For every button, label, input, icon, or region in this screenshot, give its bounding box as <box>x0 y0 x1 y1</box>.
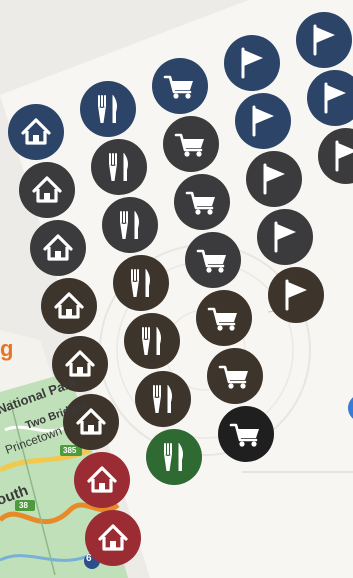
cart-icon <box>163 116 219 172</box>
fork-knife-icon <box>102 197 158 253</box>
flag-icon <box>296 12 352 68</box>
flag-icon <box>246 151 302 207</box>
fork-knife-icon <box>135 371 191 427</box>
cart-icon <box>152 58 208 114</box>
home-icon <box>30 220 86 276</box>
flag-icon <box>268 267 324 323</box>
home-icon <box>8 104 64 160</box>
fork-knife-icon <box>146 429 202 485</box>
road-number-6: 6 <box>86 553 92 564</box>
flag-icon <box>257 209 313 265</box>
cart-icon <box>185 232 241 288</box>
road-number-385: 385 <box>63 446 77 455</box>
fork-knife-icon <box>91 139 147 195</box>
flag-icon <box>224 35 280 91</box>
flag-icon <box>235 93 291 149</box>
home-icon <box>19 162 75 218</box>
heading-fragment: g <box>0 336 14 361</box>
road-number-38: 38 <box>19 501 28 510</box>
fork-knife-icon <box>124 313 180 369</box>
home-icon <box>41 278 97 334</box>
cart-icon <box>207 348 263 404</box>
cart-icon <box>174 174 230 230</box>
fork-knife-icon <box>80 81 136 137</box>
home-icon <box>85 510 141 566</box>
fork-knife-icon <box>113 255 169 311</box>
photo-scene <box>0 0 353 578</box>
cart-icon <box>196 290 252 346</box>
cart-icon <box>218 406 274 462</box>
home-icon <box>74 452 130 508</box>
